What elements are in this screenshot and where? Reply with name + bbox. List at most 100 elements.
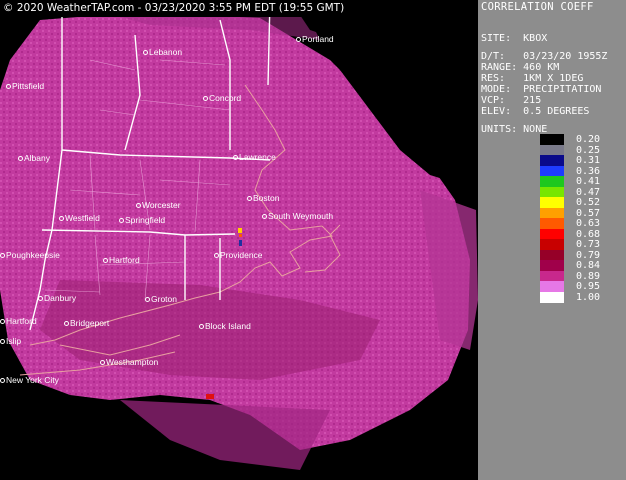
legend-value: 0.84 [576, 260, 601, 271]
city-marker-icon [0, 253, 5, 259]
city-label: Worcester [136, 200, 181, 210]
city-marker-icon [119, 218, 124, 224]
legend-swatch [540, 281, 564, 292]
city-name: Worcester [142, 200, 181, 210]
legend-swatch [540, 218, 564, 229]
city-marker-icon [59, 216, 64, 222]
city-marker-icon [100, 360, 105, 366]
city-name: Boston [253, 193, 280, 203]
legend-swatch [540, 291, 564, 303]
city-name: Pittsfield [12, 81, 45, 91]
site-label: SITE: [481, 33, 512, 44]
range-row: RANGE: 460 KM [481, 62, 559, 73]
legend-swatch [540, 144, 564, 156]
city-marker-icon [199, 324, 204, 330]
site-value: KBOX [523, 33, 548, 44]
legend-value: 0.89 [576, 270, 601, 282]
units-label: UNITS: [481, 124, 518, 135]
res-row: RES: 1KM X 1DEG [481, 73, 583, 84]
city-label: Islip [0, 336, 21, 346]
radar-image [0, 0, 478, 480]
range-label: RANGE: [481, 62, 518, 73]
city-marker-icon [64, 321, 69, 327]
city-name: Block Island [205, 321, 251, 331]
radar-map: Lebanon Portland Pittsfield Concord Albany La… [0, 0, 478, 480]
city-name: Poughkeepsie [6, 250, 60, 260]
legend-swatch [540, 260, 564, 271]
mode-row: MODE: PRECIPITATION [481, 84, 601, 95]
city-name: Hartford [6, 316, 37, 326]
city-marker-icon [203, 96, 208, 102]
product-title: CORRELATION COEFF [481, 1, 594, 13]
city-marker-icon [38, 296, 43, 302]
city-label: Portland [296, 34, 334, 44]
legend-value: 0.31 [576, 155, 601, 166]
legend-value: 0.25 [576, 144, 601, 156]
legend-value: 0.57 [576, 207, 601, 219]
city-name: Westhampton [106, 357, 159, 367]
units-row: UNITS: NONE [481, 124, 547, 135]
site-row: SITE: KBOX [481, 33, 547, 44]
city-name: Portland [302, 34, 334, 44]
city-marker-icon [262, 214, 267, 220]
city-name: Groton [151, 294, 177, 304]
mode-label: MODE: [481, 84, 512, 95]
city-marker-icon [247, 196, 252, 202]
legend-value: 0.52 [576, 197, 601, 208]
city-label: Boston [247, 193, 279, 203]
legend-swatch [540, 176, 564, 187]
legend-value: 1.00 [576, 291, 601, 303]
legend-value: 0.79 [576, 249, 601, 261]
city-name: Springfield [125, 215, 166, 225]
res-value: 1KM X 1DEG [523, 73, 584, 84]
city-marker-icon [214, 253, 219, 259]
city-label: Lawrence [233, 152, 276, 162]
timestamp-banner: © 2020 WeatherTAP.com - 03/23/2020 3:55 … [0, 0, 349, 17]
city-marker-icon [6, 84, 11, 90]
city-name: Danbury [44, 293, 77, 303]
city-marker-icon [103, 258, 108, 264]
legend-swatch [540, 197, 564, 208]
city-name: South Weymouth [268, 211, 334, 221]
legend-value: 0.73 [576, 239, 601, 250]
legend-value: 0.63 [576, 218, 601, 229]
legend-swatch [540, 207, 564, 219]
city-marker-icon [0, 319, 5, 325]
city-name: Bridgeport [70, 318, 110, 328]
city-label: Westfield [59, 213, 100, 223]
mode-value: PRECIPITATION [523, 84, 602, 95]
legend-value: 0.41 [576, 176, 601, 187]
city-label: Providence [214, 250, 263, 260]
city-name: Lawrence [239, 152, 276, 162]
city-label: South Weymouth [262, 211, 333, 221]
city-label: Concord [203, 93, 241, 103]
city-marker-icon [233, 155, 238, 161]
legend-value: 0.95 [576, 281, 601, 292]
legend-swatch [540, 155, 564, 166]
dt-value: 03/23/20 1955Z [523, 51, 608, 62]
range-value: 460 KM [523, 62, 560, 73]
city-label: Groton [145, 294, 177, 304]
city-label: Lebanon [143, 47, 182, 57]
city-label: Westhampton [100, 357, 158, 367]
dt-row: D/T: 03/23/20 1955Z [481, 51, 607, 62]
city-name: Concord [209, 93, 242, 103]
legend-swatch [540, 228, 564, 240]
city-label: Albany [18, 153, 50, 163]
city-name: Albany [24, 153, 50, 163]
legend-swatch [540, 186, 564, 198]
vcp-label: VCP: [481, 95, 506, 106]
elev-label: ELEV: [481, 106, 512, 117]
city-marker-icon [143, 50, 148, 56]
elev-row: ELEV: 0.5 DEGREES [481, 106, 589, 117]
legend-swatch [540, 239, 564, 250]
city-label: Block Island [199, 321, 251, 331]
legend-swatch [540, 165, 564, 177]
legend-value: 0.47 [576, 186, 601, 198]
city-label: Danbury [38, 293, 76, 303]
legend-swatch [540, 270, 564, 282]
legend-swatch [540, 134, 564, 145]
dt-label: D/T: [481, 51, 506, 62]
legend-swatch [540, 249, 564, 261]
city-label: Hartford [0, 316, 37, 326]
